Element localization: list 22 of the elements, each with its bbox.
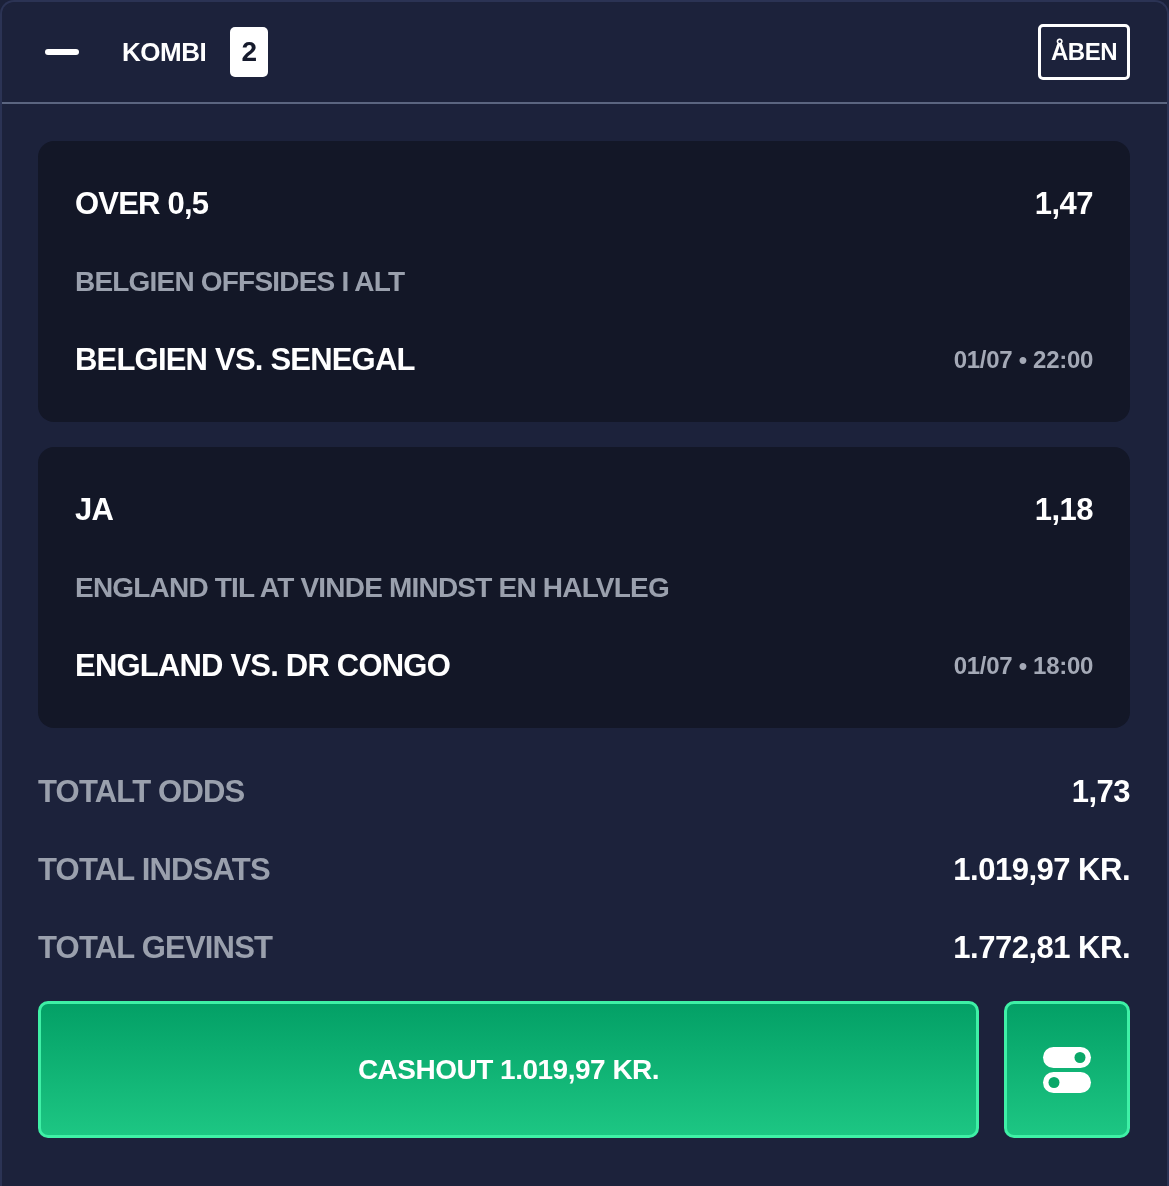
selection-odds: 1,18 (1034, 492, 1093, 528)
match-time: 01/07 • 18:00 (953, 652, 1093, 680)
minus-icon[interactable] (45, 49, 79, 55)
count-badge: 2 (230, 27, 269, 77)
selection-pick: OVER 0,5 (75, 186, 209, 222)
summary-value: 1.019,97 KR. (953, 852, 1130, 888)
summary-value: 1.772,81 KR. (953, 930, 1130, 966)
summary-label: TOTAL GEVINST (38, 930, 273, 966)
match-name: ENGLAND VS. DR CONGO (75, 648, 450, 684)
summary-label: TOTALT ODDS (38, 774, 245, 810)
match-name: BELGIEN VS. SENEGAL (75, 342, 415, 378)
toggle-icon (1042, 1044, 1092, 1095)
selection-pick: JA (75, 492, 114, 528)
bet-type-title: KOMBI (122, 36, 207, 68)
market-name: ENGLAND TIL AT VINDE MINDST EN HALVLEG (75, 572, 669, 604)
selection-odds: 1,47 (1034, 186, 1093, 222)
market-name: BELGIEN OFFSIDES I ALT (75, 266, 405, 298)
match-time: 01/07 • 22:00 (953, 346, 1093, 374)
toggles-button[interactable] (1004, 1001, 1130, 1138)
open-button[interactable]: ÅBEN (1038, 24, 1130, 80)
summary-value: 1,73 (1071, 774, 1130, 810)
summary-label: TOTAL INDSATS (38, 852, 270, 888)
